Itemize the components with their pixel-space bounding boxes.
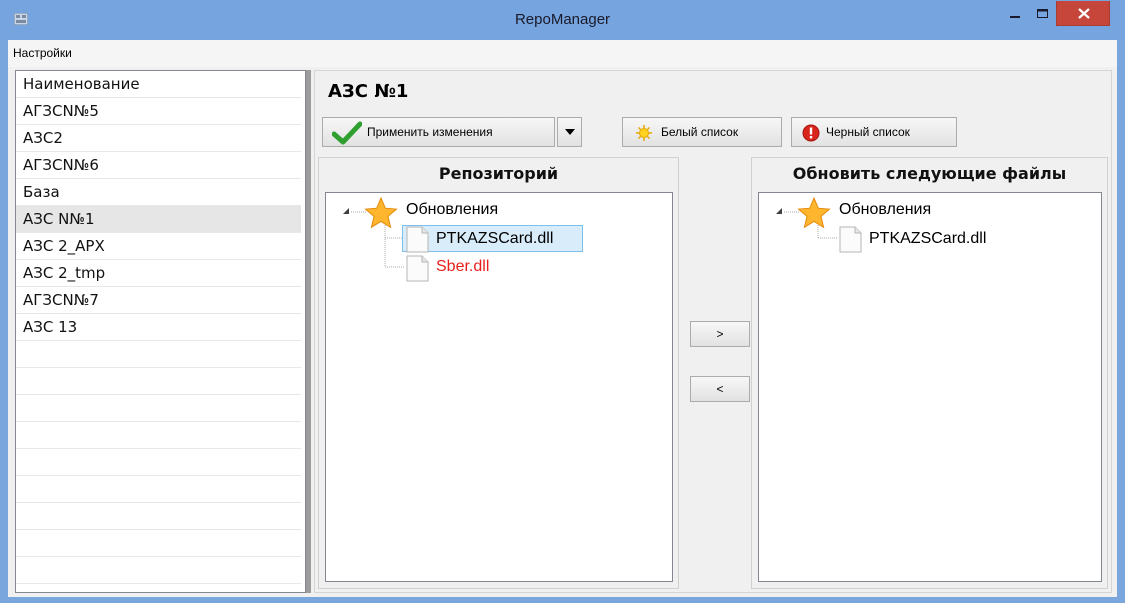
list-item[interactable]: АЗС 2_АРХ <box>16 233 301 260</box>
update-files-title: Обновить следующие файлы <box>792 164 1067 183</box>
minimize-button[interactable] <box>1002 1 1028 26</box>
update-files-root-label[interactable]: Обновления <box>839 201 931 219</box>
list-item[interactable]: АГЗСN№5 <box>16 98 301 125</box>
list-item[interactable]: АЗС 13 <box>16 314 301 341</box>
star-icon <box>364 197 398 229</box>
move-right-button[interactable]: > <box>690 321 750 347</box>
repository-root-label[interactable]: Обновления <box>406 201 498 219</box>
station-title: АЗС №1 <box>328 81 409 102</box>
apply-changes-label: Применить изменения <box>367 125 493 139</box>
client-area: Настройки Наименование АГЗСN№5 АЗС2 АГЗС… <box>8 40 1117 597</box>
list-header: Наименование <box>16 71 301 98</box>
apply-dropdown-button[interactable] <box>557 117 582 147</box>
stop-icon <box>802 124 820 142</box>
empty-row <box>16 530 301 557</box>
empty-row <box>16 422 301 449</box>
menu-settings[interactable]: Настройки <box>11 46 74 60</box>
empty-row <box>16 395 301 422</box>
empty-row <box>16 341 301 368</box>
app-window: RepoManager Настройки Наименование АГЗСN… <box>0 0 1125 603</box>
close-icon <box>1078 8 1090 19</box>
minimize-icon <box>1010 16 1020 18</box>
star-icon <box>797 197 831 229</box>
title-bar[interactable]: RepoManager <box>0 0 1125 40</box>
repository-file[interactable]: PTKAZSCard.dll <box>436 230 553 248</box>
checkmark-icon <box>332 121 362 145</box>
white-list-button[interactable]: Белый список <box>622 117 782 147</box>
menu-bar: Настройки <box>8 40 1117 67</box>
empty-row <box>16 503 301 530</box>
window-title: RepoManager <box>514 11 611 28</box>
list-item[interactable]: База <box>16 179 301 206</box>
empty-row <box>16 449 301 476</box>
list-item[interactable]: АЗС2 <box>16 125 301 152</box>
white-list-label: Белый список <box>661 125 739 139</box>
repository-file[interactable]: Sber.dll <box>436 258 489 276</box>
black-list-button[interactable]: Черный список <box>791 117 957 147</box>
close-button[interactable] <box>1056 1 1110 26</box>
maximize-icon <box>1037 9 1048 18</box>
station-list[interactable]: Наименование АГЗСN№5 АЗС2 АГЗСN№6 База А… <box>15 70 306 593</box>
details-panel: АЗС №1 Применить изменения Белый список … <box>314 70 1112 593</box>
splitter[interactable] <box>306 70 311 593</box>
sun-icon <box>636 125 652 141</box>
file-icon <box>839 226 862 253</box>
repository-title: Репозиторий <box>438 164 559 183</box>
move-left-button[interactable]: < <box>690 376 750 402</box>
list-item-selected[interactable]: АЗС N№1 <box>16 206 301 233</box>
repository-group: Репозиторий Обновления PTKAZSCard.dll Sb… <box>318 157 679 589</box>
maximize-button[interactable] <box>1029 1 1055 26</box>
list-item[interactable]: АЗС 2_tmp <box>16 260 301 287</box>
empty-row <box>16 476 301 503</box>
empty-row <box>16 368 301 395</box>
update-file[interactable]: PTKAZSCard.dll <box>869 230 986 248</box>
collapse-arrow-icon[interactable] <box>343 208 350 215</box>
apply-changes-button[interactable]: Применить изменения <box>322 117 555 147</box>
dropdown-arrow-icon <box>565 129 575 135</box>
update-files-tree[interactable]: Обновления PTKAZSCard.dll <box>758 192 1102 582</box>
update-files-group: Обновить следующие файлы Обновления PTKA… <box>751 157 1108 589</box>
black-list-label: Черный список <box>826 125 910 139</box>
empty-row <box>16 557 301 584</box>
repository-tree[interactable]: Обновления PTKAZSCard.dll Sber.dll <box>325 192 673 582</box>
collapse-arrow-icon[interactable] <box>776 208 783 215</box>
file-icon <box>406 255 429 282</box>
list-item[interactable]: АГЗСN№7 <box>16 287 301 314</box>
list-item[interactable]: АГЗСN№6 <box>16 152 301 179</box>
file-icon <box>406 226 429 253</box>
